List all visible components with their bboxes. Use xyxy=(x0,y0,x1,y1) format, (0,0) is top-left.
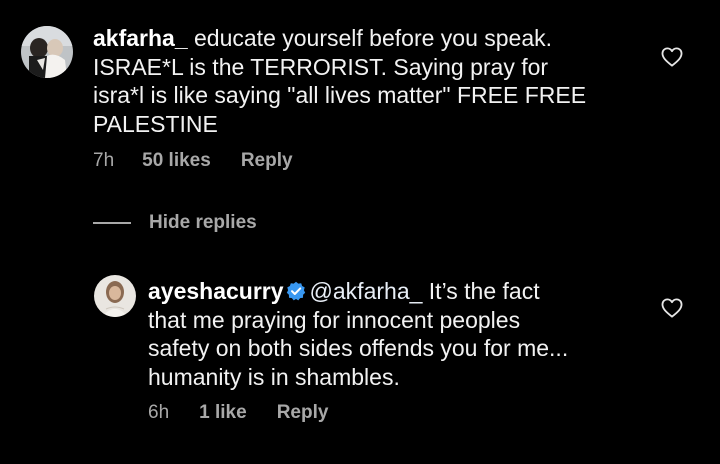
reply-text-line1: It’s the fact xyxy=(422,278,540,304)
comment-likes-count[interactable]: 50 likes xyxy=(142,150,211,172)
comment-text-line2: ISRAE*L is the TERRORIST. Saying pray fo… xyxy=(93,53,549,80)
reply-text-line4: humanity is in shambles. xyxy=(148,363,400,390)
avatar[interactable] xyxy=(94,275,136,317)
hide-replies-toggle[interactable]: Hide replies xyxy=(93,212,257,234)
comment-line: akfarha_ educate yourself before you spe… xyxy=(93,24,633,53)
comment-text-line1: educate yourself before you speak. xyxy=(187,25,553,51)
reply-text-line2: that me praying for innocent peoples xyxy=(148,306,521,333)
heart-icon[interactable] xyxy=(661,298,683,318)
comment-text: akfarha_ educate yourself before you spe… xyxy=(93,24,633,138)
reply-timestamp: 6h xyxy=(148,402,170,423)
reply-text-line3: safety on both sides offends you for me.… xyxy=(148,335,569,361)
reply-meta: 6h 1 like Reply xyxy=(148,402,328,424)
reply-line: ayeshacurry @akfarha_ It’s the fact xyxy=(148,277,628,306)
divider-line xyxy=(93,222,131,224)
avatar[interactable] xyxy=(21,26,73,78)
reply-likes-count[interactable]: 1 like xyxy=(199,402,247,424)
reply-button[interactable]: Reply xyxy=(277,402,329,424)
comment-meta: 7h 50 likes Reply xyxy=(93,150,293,172)
reply-username[interactable]: ayeshacurry xyxy=(148,278,284,304)
comment-timestamp: 7h xyxy=(93,150,115,171)
hide-replies-label[interactable]: Hide replies xyxy=(149,212,257,234)
reply-button[interactable]: Reply xyxy=(241,150,293,172)
verified-badge-icon xyxy=(286,281,305,301)
reply-text: ayeshacurry @akfarha_ It’s the fact that… xyxy=(148,277,628,391)
comment-text-line4: PALESTINE xyxy=(93,110,218,137)
comment-username[interactable]: akfarha_ xyxy=(93,25,188,51)
heart-icon[interactable] xyxy=(661,47,683,67)
comment-text-line3: isra*l is like saying "all lives matter"… xyxy=(93,82,587,108)
reply-mention[interactable]: @akfarha_ xyxy=(310,278,423,304)
